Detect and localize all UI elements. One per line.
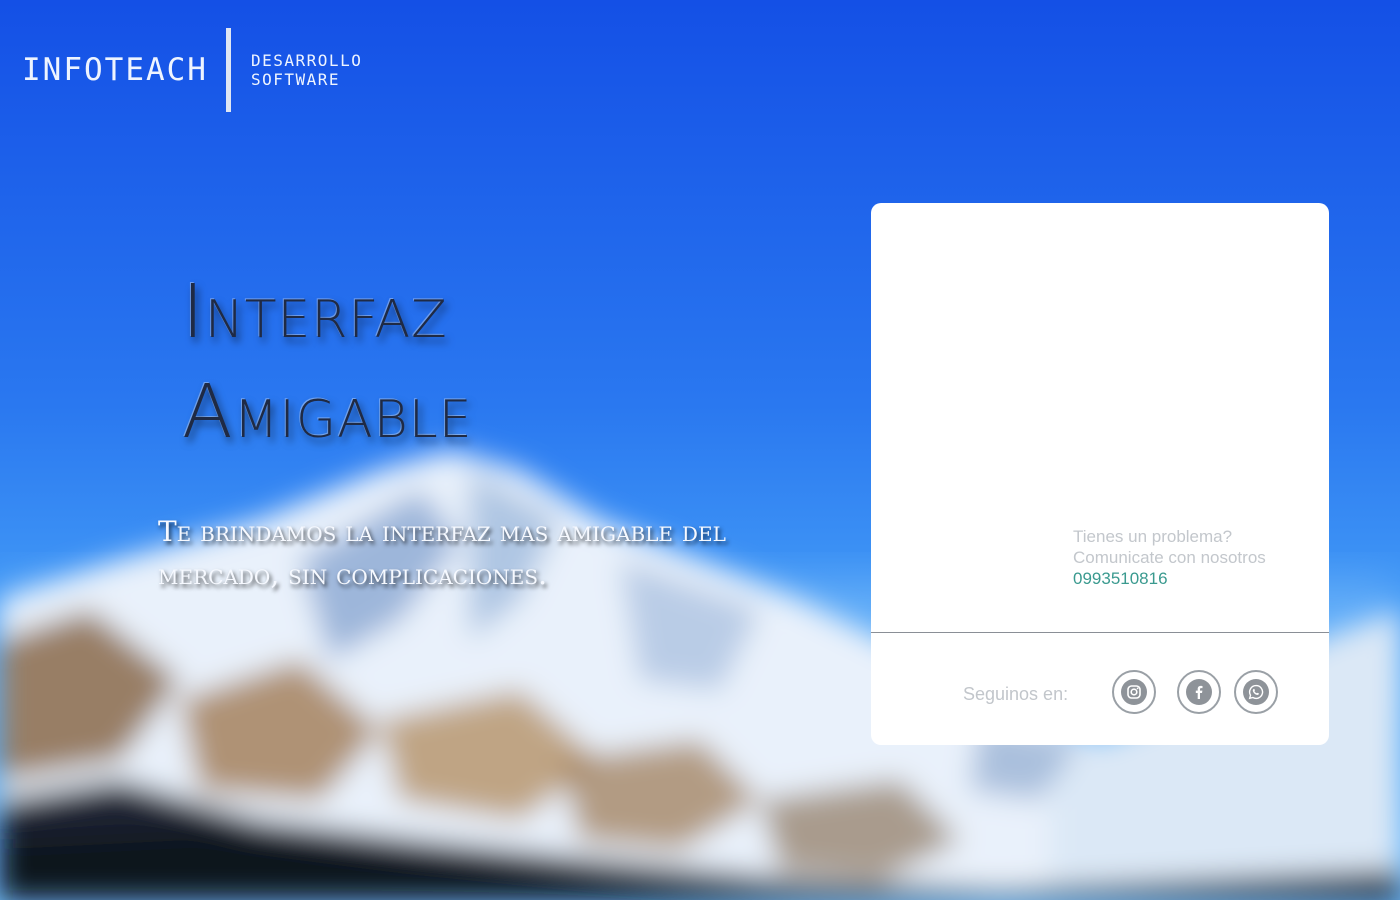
- hero-title-line2: Amigable: [182, 369, 473, 455]
- brand-divider: [226, 28, 231, 112]
- contact-line1: Tienes un problema?: [1073, 527, 1233, 546]
- brand-tagline: DESARROLLO SOFTWARE: [251, 51, 362, 89]
- contact-phone[interactable]: 0993510816: [1073, 568, 1266, 589]
- brand-logo[interactable]: INFOTEACH: [22, 52, 208, 88]
- hero-title-line1: Interfaz: [182, 269, 448, 355]
- contact-info: Tienes un problema? Comunicate con nosot…: [1073, 526, 1266, 589]
- hero-title: Interfaz Amigable: [182, 262, 473, 462]
- hero-subtitle: Te brindamos la interfaz mas amigable de…: [158, 515, 726, 591]
- contact-line2: Comunicate con nosotros: [1073, 548, 1266, 567]
- contact-card: Tienes un problema? Comunicate con nosot…: [871, 203, 1329, 745]
- whatsapp-button[interactable]: [1234, 670, 1278, 714]
- instagram-icon: [1121, 679, 1147, 705]
- instagram-button[interactable]: [1112, 670, 1156, 714]
- facebook-button[interactable]: [1177, 670, 1221, 714]
- tagline-line1: DESARROLLO: [251, 51, 363, 70]
- facebook-icon: [1186, 679, 1212, 705]
- whatsapp-icon: [1243, 679, 1269, 705]
- social-label: Seguinos en:: [963, 684, 1069, 704]
- card-divider: [871, 632, 1329, 633]
- tagline-line2: SOFTWARE: [251, 70, 341, 89]
